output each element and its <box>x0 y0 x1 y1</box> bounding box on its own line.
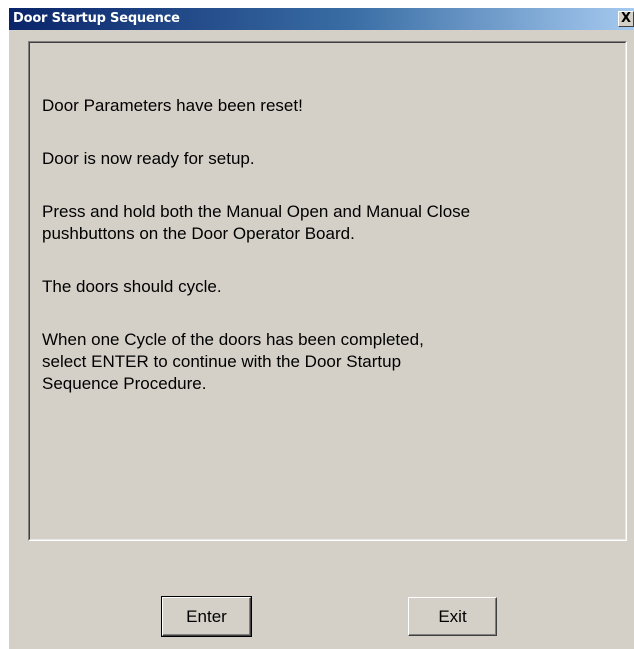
message-line-instruction-1: Press and hold both the Manual Open and … <box>42 202 471 221</box>
title-bar[interactable]: Door Startup Sequence X <box>9 8 634 30</box>
message-line-complete-1: When one Cycle of the doors has been com… <box>42 330 424 349</box>
message-line-ready: Door is now ready for setup. <box>42 149 255 168</box>
door-startup-dialog: Door Startup Sequence X Door Parameters … <box>8 8 634 649</box>
close-icon[interactable]: X <box>618 11 634 27</box>
message-line-complete-2: select ENTER to continue with the Door S… <box>42 352 402 371</box>
exit-button[interactable]: Exit <box>408 597 497 636</box>
message-line-instruction-2: pushbuttons on the Door Operator Board. <box>42 224 355 243</box>
message-panel: Door Parameters have been reset! Door is… <box>28 41 627 541</box>
enter-button[interactable]: Enter <box>161 596 252 637</box>
message-line-cycle: The doors should cycle. <box>42 277 222 296</box>
message-line-reset: Door Parameters have been reset! <box>42 96 303 115</box>
window-title: Door Startup Sequence <box>13 11 180 26</box>
message-line-complete-3: Sequence Procedure. <box>42 374 207 393</box>
